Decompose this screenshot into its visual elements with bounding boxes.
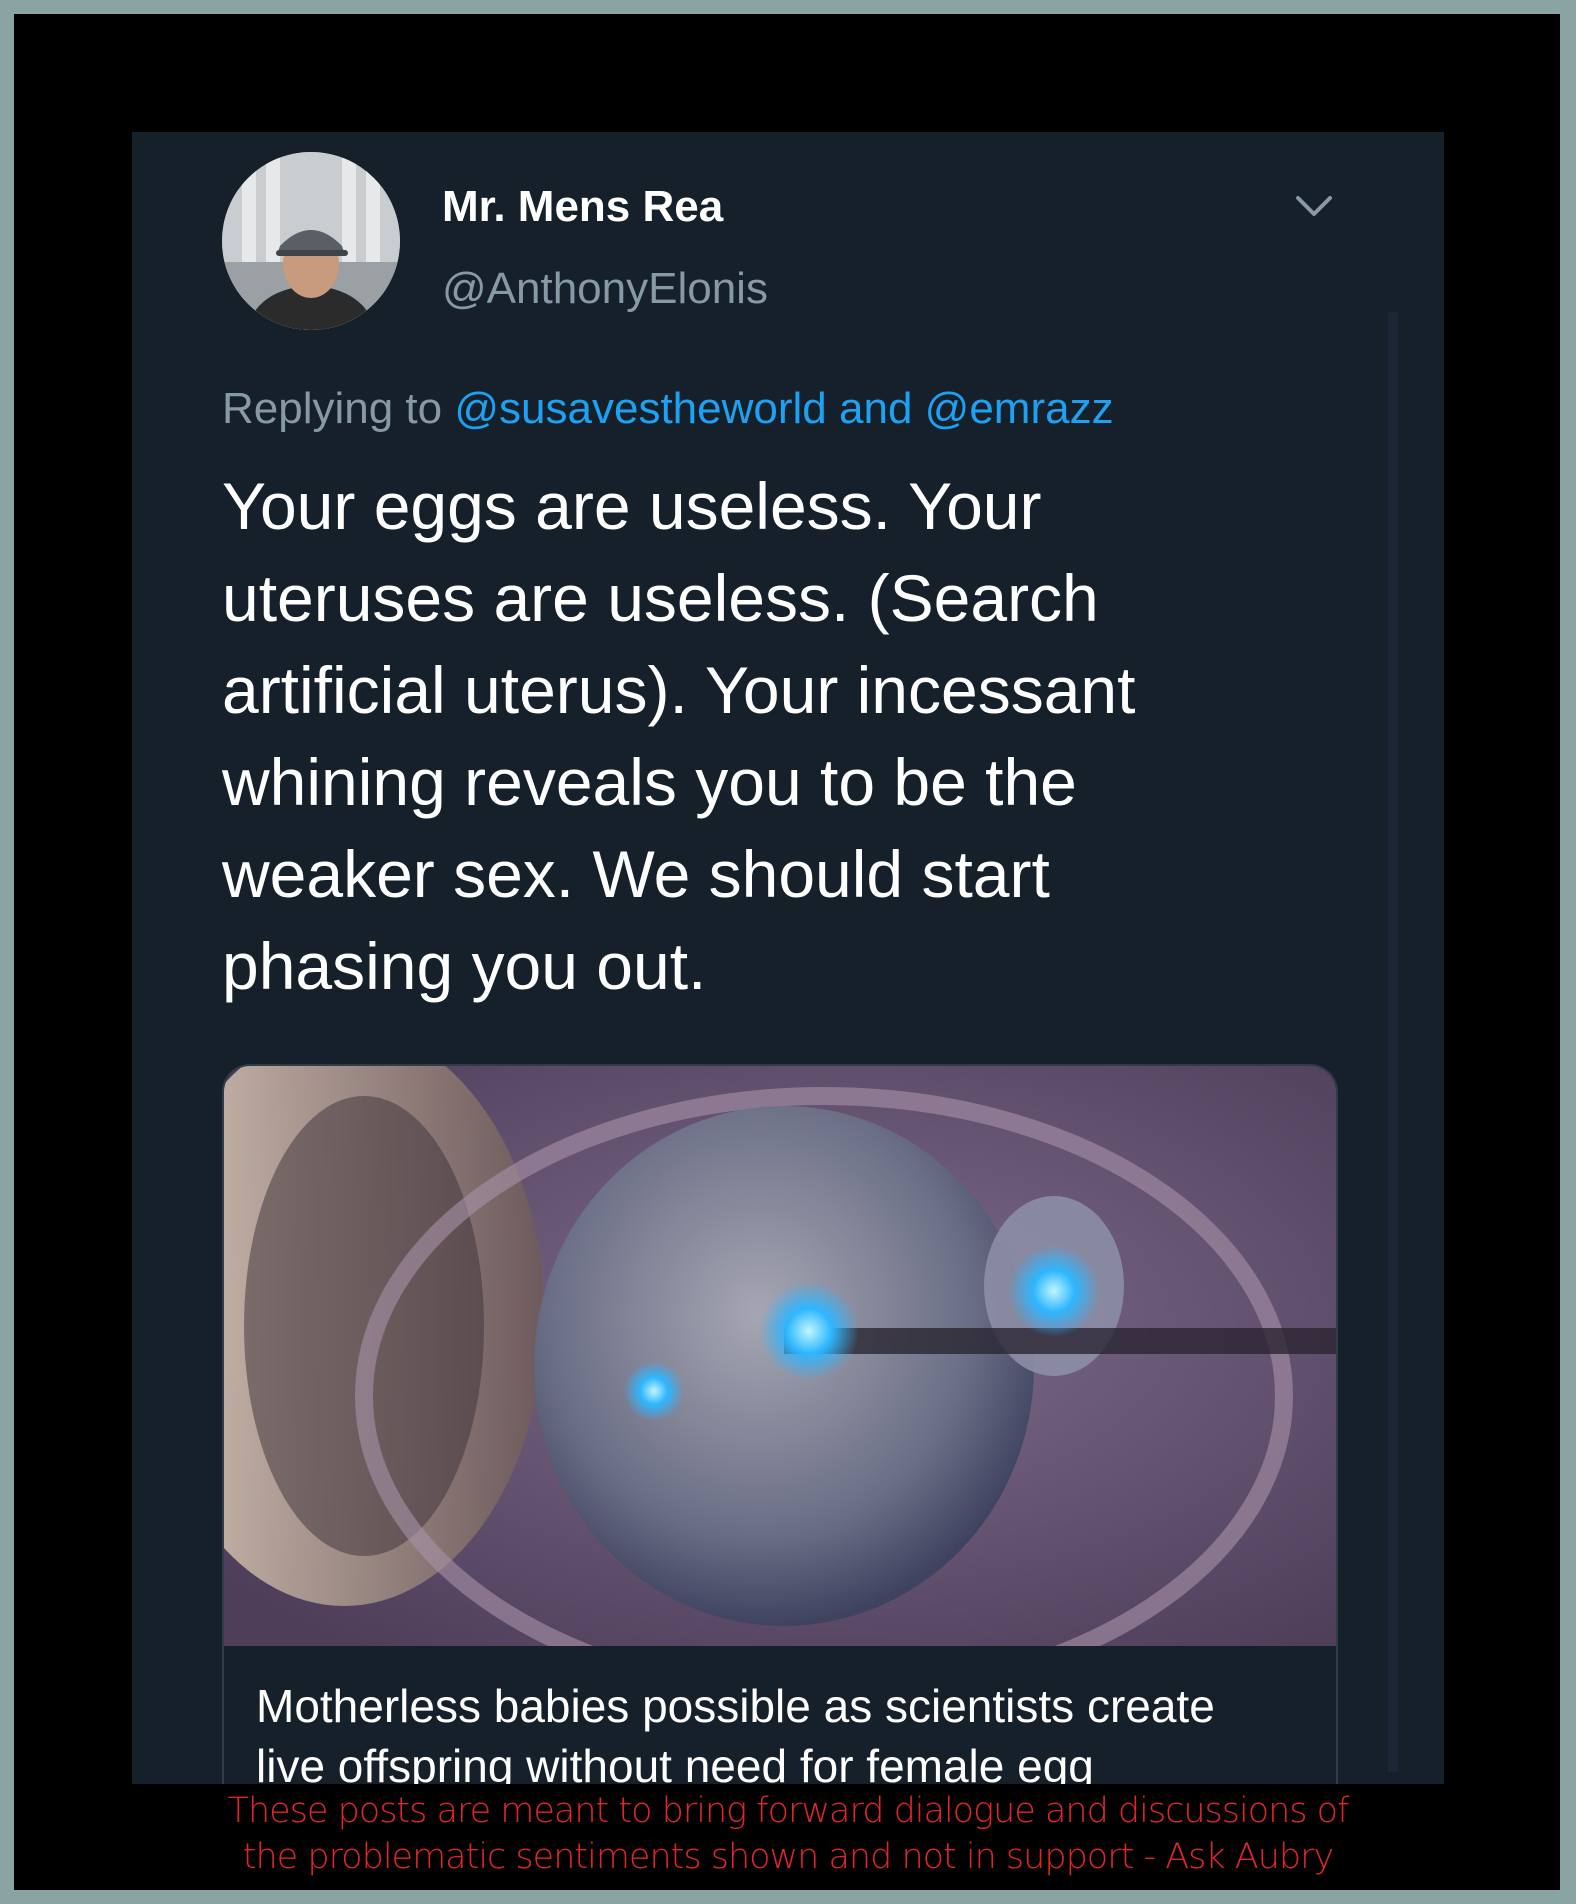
reply-joiner: and [839, 384, 913, 433]
link-card[interactable]: Motherless babies possible as scientists… [222, 1064, 1338, 1784]
tweet-card: Mr. Mens Rea @AnthonyElonis Replying to … [132, 132, 1444, 1784]
replying-prefix: Replying to [222, 384, 443, 433]
disclaimer: These posts are meant to bring forward d… [0, 1788, 1576, 1880]
disclaimer-line-2: the problematic sentiments shown and not… [242, 1837, 1334, 1877]
replying-to: Replying to @susavestheworld and @emrazz [222, 384, 1114, 434]
disclaimer-line-1: These posts are meant to bring forward d… [227, 1791, 1350, 1831]
chevron-down-icon[interactable] [1292, 190, 1336, 224]
card-title: Motherless babies possible as scientists… [256, 1680, 1215, 1784]
profile-photo [222, 152, 400, 330]
display-name[interactable]: Mr. Mens Rea [442, 182, 723, 232]
user-handle[interactable]: @AnthonyElonis [442, 264, 768, 314]
outer-frame: Mr. Mens Rea @AnthonyElonis Replying to … [14, 14, 1560, 1890]
card-image [224, 1066, 1336, 1646]
tweet-text: Your eggs are useless. Your uteruses are… [222, 469, 1136, 1003]
mention-link-1[interactable]: @susavestheworld [454, 384, 826, 433]
mention-link-2[interactable]: @emrazz [925, 384, 1114, 433]
avatar[interactable] [222, 152, 400, 330]
scrollbar[interactable] [1388, 312, 1398, 1772]
